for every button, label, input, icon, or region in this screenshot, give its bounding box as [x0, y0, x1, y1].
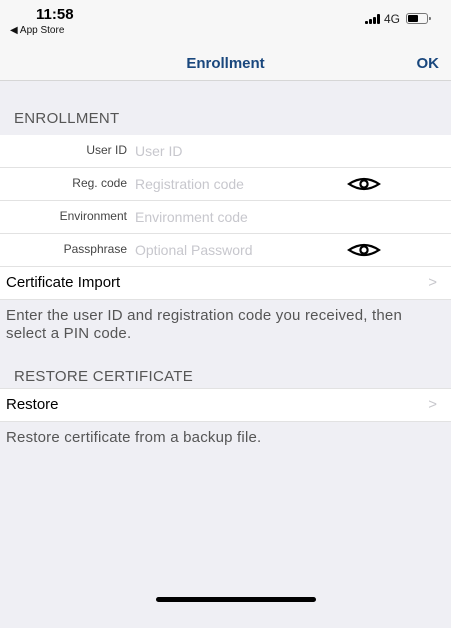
status-time: 11:58: [36, 6, 74, 23]
status-bar: 11:58 ◀ App Store 4G: [0, 0, 451, 48]
page-title: Enrollment: [186, 55, 265, 72]
environment-label: Environment: [59, 209, 127, 223]
restore-section-header: RESTORE CERTIFICATE: [14, 368, 194, 385]
chevron-right-icon: >: [428, 274, 437, 291]
restore-row[interactable]: Restore >: [0, 388, 451, 422]
certificate-import-row[interactable]: Certificate Import >: [0, 266, 451, 300]
back-to-app-store[interactable]: ◀ App Store: [10, 25, 64, 36]
battery-icon: [406, 13, 431, 24]
ok-button[interactable]: OK: [417, 55, 440, 72]
enrollment-fields: User ID Reg. code Environment Passphrase: [0, 135, 451, 266]
passphrase-label: Passphrase: [63, 242, 127, 256]
enrollment-instructions: Enter the user ID and registration code …: [6, 307, 402, 342]
user-id-label: User ID: [86, 143, 127, 157]
reg-code-label: Reg. code: [72, 176, 127, 190]
chevron-right-icon: >: [428, 396, 437, 413]
environment-row: Environment: [0, 201, 451, 234]
reg-code-input[interactable]: [135, 172, 335, 196]
network-type: 4G: [384, 12, 401, 26]
restore-instructions: Restore certificate from a backup file.: [6, 429, 262, 446]
reg-code-row: Reg. code: [0, 168, 451, 201]
home-indicator[interactable]: [156, 597, 316, 602]
eye-icon[interactable]: [347, 176, 381, 192]
user-id-input[interactable]: [135, 139, 335, 163]
restore-label: Restore: [6, 396, 59, 413]
passphrase-input[interactable]: [135, 238, 335, 262]
passphrase-row: Passphrase: [0, 234, 451, 266]
user-id-row: User ID: [0, 135, 451, 168]
signal-icon: [365, 14, 381, 24]
navigation-bar: Enrollment OK: [0, 48, 451, 81]
eye-icon[interactable]: [347, 242, 381, 258]
certificate-import-label: Certificate Import: [6, 274, 121, 291]
enrollment-section-header: ENROLLMENT: [14, 110, 120, 127]
environment-input[interactable]: [135, 205, 335, 229]
